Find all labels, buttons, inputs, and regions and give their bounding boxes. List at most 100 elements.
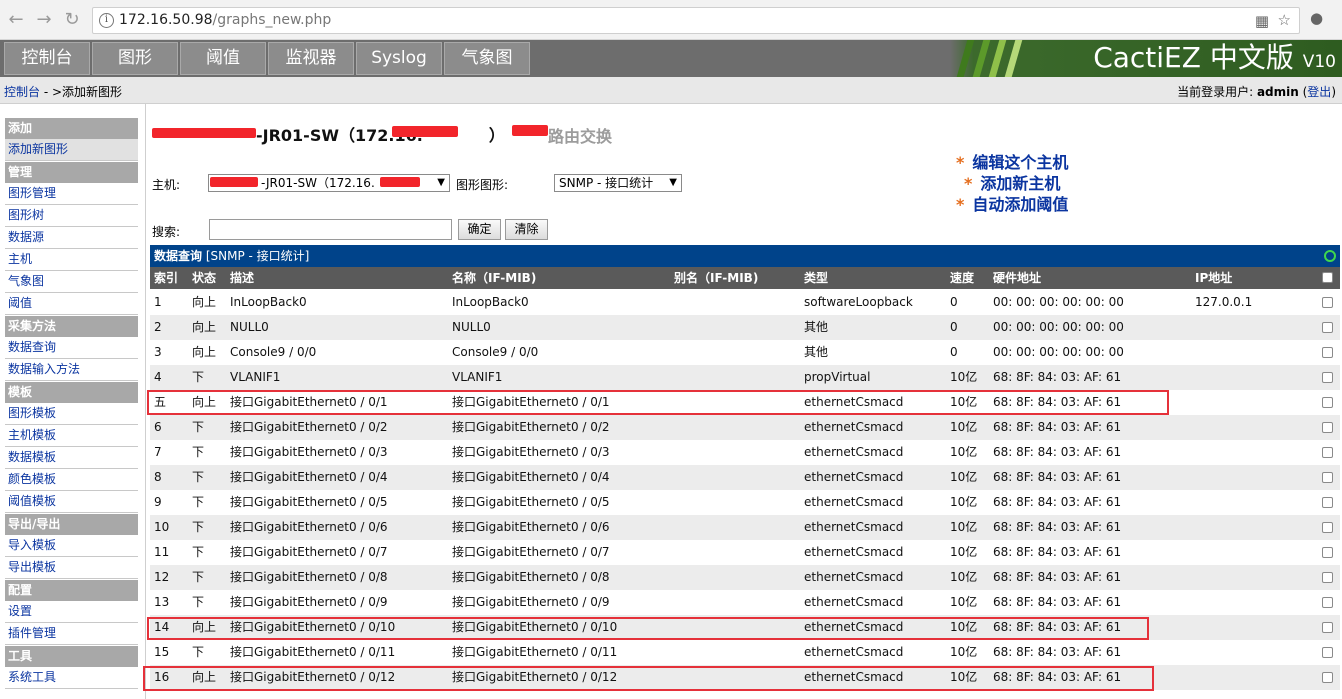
column-alias[interactable]: 别名（IF-MIB) [674,267,758,289]
tab-syslog[interactable]: Syslog [356,42,442,75]
sidebar-section-collection: 采集方法 [5,316,138,337]
cell-status: 向上 [192,320,217,334]
row-checkbox[interactable] [1322,347,1333,358]
column-type[interactable]: 类型 [804,267,828,289]
table-row[interactable]: 13 下 接口GigabitEthernet0 / 0/9 接口GigabitEthe… [150,590,1340,615]
cell-description: 接口GigabitEthernet0 / 0/8 [230,570,388,584]
table-row[interactable]: 2 向上 NULL0 NULL0 其他 0 00: 00: 00: 00: 00: 00 [150,315,1340,340]
row-checkbox[interactable] [1322,597,1333,608]
extension-icon[interactable]: ● [1310,9,1323,27]
edit-host-link[interactable]: 编辑这个主机 [972,153,1068,172]
reload-icon[interactable]: ↻ [60,9,84,31]
sidebar-item-graph-tree[interactable]: 图形树 [5,205,138,227]
sidebar-section-tools: 工具 [5,646,138,667]
column-name[interactable]: 名称（IF-MIB) [452,267,536,289]
address-bar[interactable]: i 172.16.50.98/graphs_new.php ▦ ☆ [92,7,1300,34]
sidebar-item-system-tools[interactable]: 系统工具 [5,667,138,689]
tab-weathermap[interactable]: 气象图 [444,42,530,75]
sidebar-item-plugin-management[interactable]: 插件管理 [5,623,138,645]
tab-thresholds[interactable]: 阈值 [180,42,266,75]
column-index[interactable]: 索引 [154,267,178,289]
cell-name: 接口GigabitEthernet0 / 0/2 [452,420,610,434]
table-row[interactable]: 1 向上 InLoopBack0 InLoopBack0 softwareLoopbac… [150,290,1340,315]
cell-index: 12 [154,570,170,584]
column-status[interactable]: 状态 [192,267,216,289]
select-all-checkbox[interactable] [1322,272,1333,283]
table-row[interactable]: 15 下 接口GigabitEthernet0 / 0/11 接口GigabitEth… [150,640,1340,665]
add-host-link[interactable]: 添加新主机 [980,174,1060,193]
sidebar-item-threshold-templates[interactable]: 阈值模板 [5,491,138,513]
sidebar-item-data-templates[interactable]: 数据模板 [5,447,138,469]
row-checkbox[interactable] [1322,372,1333,383]
row-checkbox[interactable] [1322,322,1333,333]
breadcrumb-console-link[interactable]: 控制台 [4,85,40,99]
row-checkbox[interactable] [1322,522,1333,533]
row-checkbox[interactable] [1322,647,1333,658]
sidebar-item-host-templates[interactable]: 主机模板 [5,425,138,447]
sidebar-item-weathermap[interactable]: 气象图 [5,271,138,293]
search-input[interactable] [209,219,452,240]
sidebar-item-data-queries[interactable]: 数据查询 [5,337,138,359]
cell-type: ethernetCsmacd [804,520,904,534]
bookmark-star-icon[interactable]: ☆ [1278,11,1291,29]
sidebar-item-data-input-methods[interactable]: 数据输入方法 [5,359,138,381]
forward-icon[interactable]: → [32,9,56,31]
sidebar-item-color-templates[interactable]: 颜色模板 [5,469,138,491]
row-checkbox[interactable] [1322,622,1333,633]
cell-hw-address: 68: 8F: 84: 03: AF: 61 [993,545,1122,559]
tab-monitor[interactable]: 监视器 [268,42,354,75]
column-speed[interactable]: 速度 [950,267,974,289]
sidebar-item-hosts[interactable]: 主机 [5,249,138,271]
row-checkbox[interactable] [1322,572,1333,583]
row-checkbox[interactable] [1322,397,1333,408]
row-checkbox[interactable] [1322,422,1333,433]
table-row[interactable]: 11 下 接口GigabitEthernet0 / 0/7 接口GigabitEthe… [150,540,1340,565]
row-checkbox[interactable] [1322,672,1333,683]
info-icon[interactable]: i [99,13,114,28]
sidebar-item-graph-management[interactable]: 图形管理 [5,183,138,205]
logout-link[interactable]: 登出 [1307,85,1331,99]
tab-console[interactable]: 控制台 [4,42,90,75]
sidebar-item-data-sources[interactable]: 数据源 [5,227,138,249]
back-icon[interactable]: ← [4,9,28,31]
url-text: 172.16.50.98/graphs_new.php [119,12,332,28]
column-description[interactable]: 描述 [230,267,254,289]
clear-button[interactable]: 清除 [505,219,548,240]
status-ring-icon[interactable] [1324,250,1336,262]
table-row[interactable]: 6 下 接口GigabitEthernet0 / 0/2 接口GigabitEther… [150,415,1340,440]
table-row[interactable]: 7 下 接口GigabitEthernet0 / 0/3 接口GigabitEther… [150,440,1340,465]
cell-type: propVirtual [804,370,871,384]
graph-type-select[interactable]: SNMP - 接口统计 ▼ [554,174,682,192]
column-hw-address[interactable]: 硬件地址 [993,267,1041,289]
row-checkbox[interactable] [1322,472,1333,483]
sidebar-section-templates: 模板 [5,382,138,403]
cell-name: 接口GigabitEthernet0 / 0/9 [452,595,610,609]
translate-icon[interactable]: ▦ [1255,12,1269,30]
sidebar-item-import-templates[interactable]: 导入模板 [5,535,138,557]
cell-speed: 0 [950,295,958,309]
auto-add-threshold-link[interactable]: 自动添加阈值 [972,195,1068,214]
sidebar-item-graph-templates[interactable]: 图形模板 [5,403,138,425]
cell-status: 下 [192,595,205,609]
column-ip-address[interactable]: IP地址 [1195,267,1232,289]
ok-button[interactable]: 确定 [458,219,501,240]
sidebar-item-thresholds[interactable]: 阈值 [5,293,138,315]
table-row[interactable]: 9 下 接口GigabitEthernet0 / 0/5 接口GigabitEther… [150,490,1340,515]
table-row[interactable]: 8 下 接口GigabitEthernet0 / 0/4 接口GigabitEther… [150,465,1340,490]
row-checkbox[interactable] [1322,447,1333,458]
table-row[interactable]: 4 下 VLANIF1 VLANIF1 propVirtual 10亿 68: 8F: 84… [150,365,1340,390]
table-row[interactable]: 10 下 接口GigabitEthernet0 / 0/6 接口GigabitEthe… [150,515,1340,540]
row-checkbox[interactable] [1322,297,1333,308]
redaction-mark [392,126,458,137]
table-row[interactable]: 3 向上 Console9 / 0/0 Console9 / 0/0 其他 0 00: 00… [150,340,1340,365]
sidebar-item-settings[interactable]: 设置 [5,601,138,623]
sidebar-item-export-templates[interactable]: 导出模板 [5,557,138,579]
sidebar-item-add-graph[interactable]: 添加新图形 [5,139,138,161]
tab-graphs[interactable]: 图形 [92,42,178,75]
cell-name: 接口GigabitEthernet0 / 0/5 [452,495,610,509]
table-row[interactable]: 12 下 接口GigabitEthernet0 / 0/8 接口GigabitEthe… [150,565,1340,590]
highlight-box [147,390,1169,415]
row-checkbox[interactable] [1322,547,1333,558]
row-checkbox[interactable] [1322,497,1333,508]
cell-name: Console9 / 0/0 [452,345,539,359]
